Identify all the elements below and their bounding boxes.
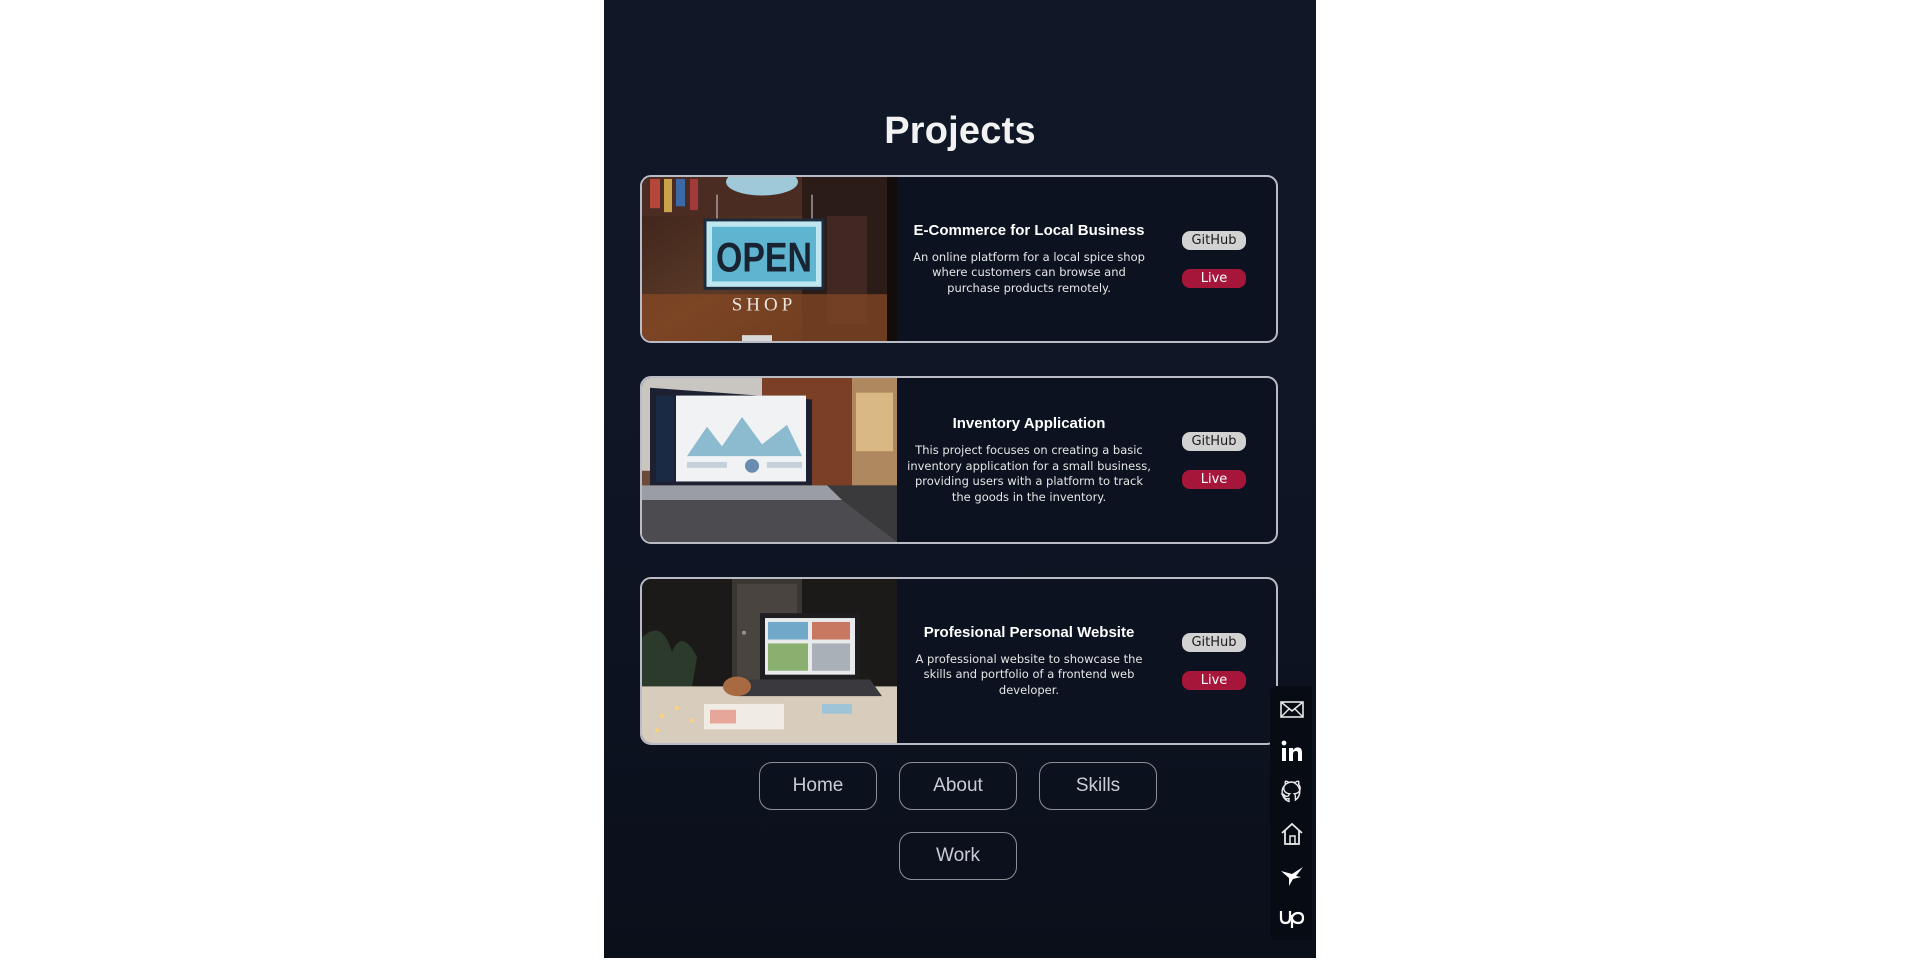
project-image-open-shop: OPEN SHOP bbox=[642, 177, 897, 341]
project-card: Inventory Application This project focus… bbox=[640, 376, 1278, 544]
project-title: Profesional Personal Website bbox=[923, 623, 1135, 641]
github-icon[interactable] bbox=[1279, 779, 1305, 805]
nav-work-button[interactable]: Work bbox=[899, 832, 1017, 880]
mail-icon[interactable] bbox=[1279, 696, 1305, 722]
project-links: GitHub Live bbox=[1182, 177, 1246, 341]
live-button[interactable]: Live bbox=[1182, 268, 1246, 288]
project-description: An online platform for a local spice sho… bbox=[913, 249, 1145, 295]
live-button[interactable]: Live bbox=[1182, 469, 1246, 489]
nav-home-button[interactable]: Home bbox=[759, 762, 877, 810]
live-button[interactable]: Live bbox=[1182, 670, 1246, 690]
project-description: This project focuses on creating a basic… bbox=[907, 443, 1151, 504]
project-image-laptop-dashboard bbox=[642, 378, 897, 542]
upwork-icon[interactable] bbox=[1279, 904, 1305, 930]
project-description: A professional website to showcase the s… bbox=[915, 651, 1143, 697]
project-info: E-Commerce for Local Business An online … bbox=[904, 177, 1154, 341]
project-info: Inventory Application This project focus… bbox=[904, 378, 1154, 542]
home-icon[interactable] bbox=[1279, 821, 1305, 847]
github-button[interactable]: GitHub bbox=[1182, 431, 1246, 451]
project-card: OPEN SHOP E-Commerce for Local Business … bbox=[640, 175, 1278, 343]
project-title: E-Commerce for Local Business bbox=[913, 221, 1145, 239]
nav-about-button[interactable]: About bbox=[899, 762, 1017, 810]
open-sign-text: OPEN bbox=[716, 235, 812, 281]
projects-section: Projects OPEN SHOP E-Commerce for Local … bbox=[604, 0, 1316, 958]
github-button[interactable]: GitHub bbox=[1182, 230, 1246, 250]
project-info: Profesional Personal Website A professio… bbox=[904, 579, 1154, 743]
project-links: GitHub Live bbox=[1182, 579, 1246, 743]
social-links-bar bbox=[1270, 686, 1312, 940]
project-card: Profesional Personal Website A professio… bbox=[640, 577, 1278, 745]
page-title: Projects bbox=[884, 110, 1036, 152]
shop-sign-text: SHOP bbox=[732, 295, 797, 316]
nav-skills-button[interactable]: Skills bbox=[1039, 762, 1157, 810]
project-links: GitHub Live bbox=[1182, 378, 1246, 542]
github-button[interactable]: GitHub bbox=[1182, 632, 1246, 652]
hummingbird-icon[interactable] bbox=[1279, 862, 1305, 888]
project-image-laptop-desk bbox=[642, 579, 897, 743]
linkedin-icon[interactable] bbox=[1279, 738, 1305, 764]
project-title: Inventory Application bbox=[952, 415, 1106, 432]
